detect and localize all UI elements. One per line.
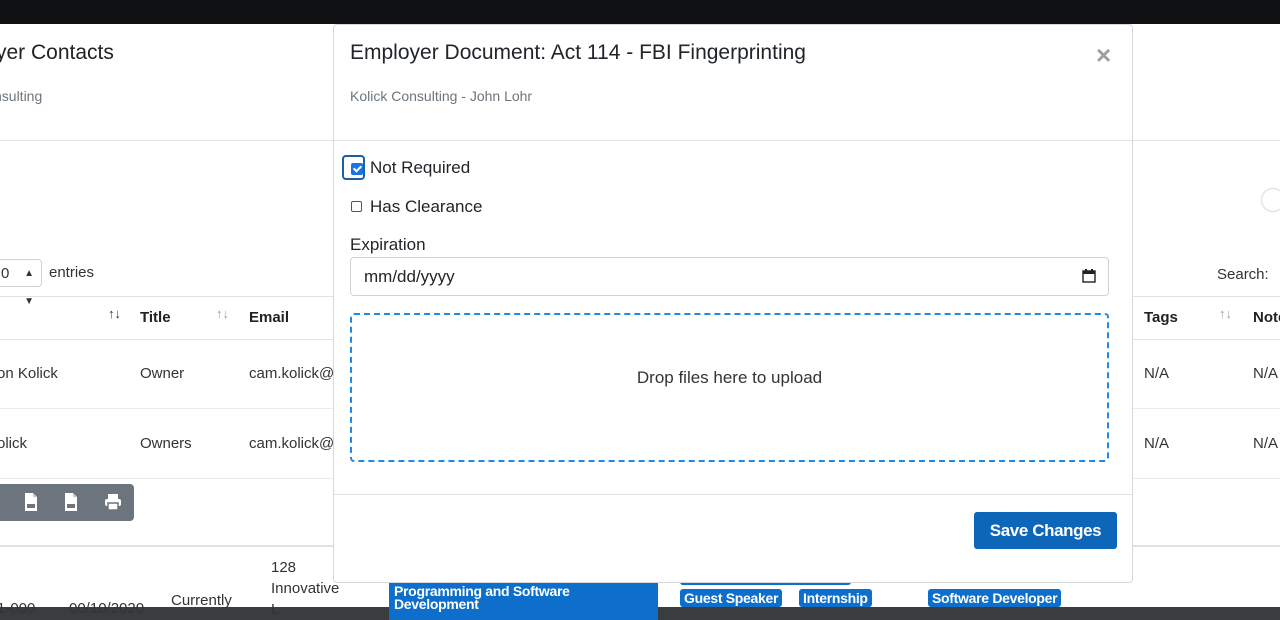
not-required-checkbox[interactable] <box>351 163 363 175</box>
bottom-cell-address-line: Innovative <box>271 580 340 597</box>
cell-email[interactable]: cam.kolick@ <box>249 435 334 452</box>
file-dropzone[interactable]: Drop files here to upload <box>350 313 1109 462</box>
export-button-group <box>0 484 134 521</box>
modal-subtitle: Kolick Consulting - John Lohr <box>350 88 533 104</box>
modal-title: Employer Document: Act 114 - FBI Fingerp… <box>350 41 806 64</box>
dropzone-text: Drop files here to upload <box>636 368 823 387</box>
sort-icon[interactable]: ↑↓ <box>108 306 121 321</box>
tag-guest-speaker: Guest Speaker <box>680 589 783 607</box>
sort-icon[interactable]: ↑↓ <box>216 306 229 321</box>
tag-internship: Internship <box>799 589 872 607</box>
not-required-label[interactable]: Not Required <box>370 158 470 178</box>
top-overlay-bar <box>0 0 1280 24</box>
close-button[interactable]: × <box>1096 42 1111 68</box>
column-header-tags[interactable]: Tags <box>1144 309 1178 326</box>
modal-divider <box>334 494 1132 495</box>
cell-name: on Kolick <box>0 365 58 382</box>
page-subtitle: nsulting <box>0 88 43 104</box>
search-label: Search: <box>1217 266 1269 283</box>
entries-label: entries <box>49 264 95 281</box>
toggle-switch[interactable] <box>1262 189 1280 211</box>
column-header-title[interactable]: Title <box>140 309 171 326</box>
category-tag-line: Development <box>394 596 479 612</box>
bottom-cell-status: Currently <box>171 592 232 609</box>
cell-notes: N/A <box>1253 435 1279 452</box>
column-header-notes[interactable]: Note <box>1253 309 1280 326</box>
cell-name: olick <box>0 435 28 452</box>
cell-tags: N/A <box>1144 435 1170 452</box>
cell-tags: N/A <box>1144 365 1170 382</box>
employer-document-modal: Employer Document: Act 114 - FBI Fingerp… <box>333 24 1133 583</box>
has-clearance-label[interactable]: Has Clearance <box>370 197 482 217</box>
bottom-cell-date: 00/10/2020 <box>69 600 145 617</box>
cell-email[interactable]: cam.kolick@ <box>249 365 334 382</box>
expiration-label: Expiration <box>350 235 426 254</box>
column-header-email[interactable]: Email <box>249 309 289 326</box>
cell-notes: N/A <box>1253 365 1279 382</box>
sort-icon[interactable]: ↑↓ <box>1219 306 1232 321</box>
bottom-cell-address-line: L <box>271 601 280 618</box>
tag-software-developer: Software Developer <box>928 589 1062 607</box>
entries-length-value: 0 <box>1 265 10 282</box>
bottom-cell: 1-000 <box>0 600 36 617</box>
csv-icon[interactable] <box>21 492 41 512</box>
modal-divider <box>334 140 1132 141</box>
entries-length-select[interactable]: 0 ▲ ▼ <box>0 259 42 307</box>
calendar-icon[interactable] <box>1082 269 1096 283</box>
save-changes-button[interactable]: Save Changes <box>974 512 1117 549</box>
date-placeholder: mm/dd/yyyy <box>364 267 455 286</box>
pdf-icon[interactable] <box>61 492 81 512</box>
page-title: yer Contacts <box>0 41 114 64</box>
cell-title: Owner <box>140 365 185 382</box>
print-icon[interactable] <box>103 492 123 512</box>
expiration-date-input[interactable]: mm/dd/yyyy <box>350 257 1109 296</box>
category-tag: Programming and Software Development <box>389 580 658 620</box>
bottom-cell-address-line: 128 <box>271 559 297 576</box>
cell-title: Owners <box>140 435 192 452</box>
has-clearance-checkbox[interactable] <box>351 201 362 212</box>
